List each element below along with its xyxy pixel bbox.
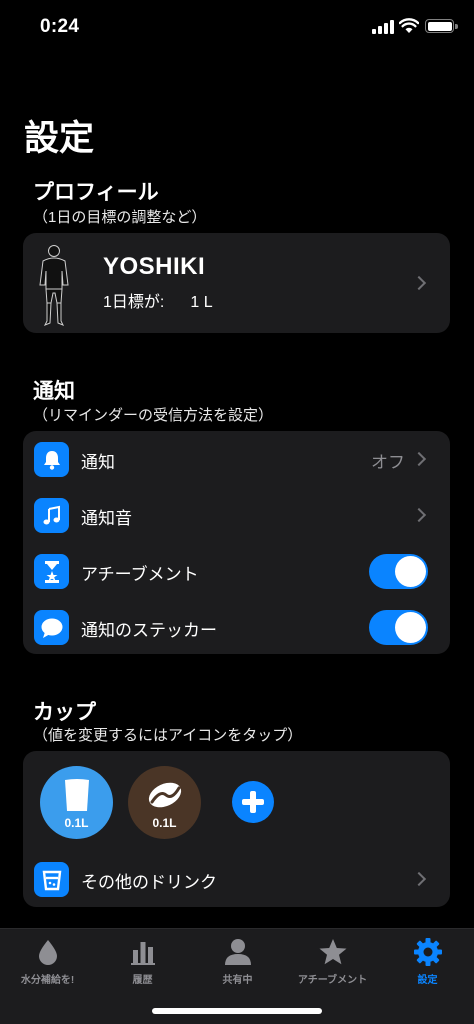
tab-hydrate[interactable]: 水分補給を!	[0, 929, 95, 999]
glass-icon	[65, 779, 89, 811]
music-note-icon	[34, 498, 69, 533]
tab-settings[interactable]: 設定	[380, 929, 474, 999]
notification-sound-label: 通知音	[81, 509, 132, 528]
notification-sticker-label: 通知のステッカー	[81, 621, 217, 640]
cup-section-title: カップ	[33, 701, 96, 724]
cup-card: 0.1L 0.1L その他のドリンク	[23, 751, 450, 907]
notification-section-subtitle: （リマインダーの受信方法を設定）	[33, 407, 274, 424]
chevron-right-icon	[411, 451, 427, 467]
bell-icon	[34, 442, 69, 477]
star-icon	[319, 939, 347, 965]
notification-sound-row[interactable]: 通知音	[23, 487, 450, 542]
chevron-right-icon	[411, 871, 427, 887]
settings-screen: 0:24 設定 プロフィール （1日の目標の調整など） YOSHIKI 1日標が…	[0, 0, 474, 1024]
notification-sticker-row: 通知のステッカー	[23, 599, 450, 654]
notification-sticker-toggle[interactable]	[369, 610, 428, 645]
profile-section-title: プロフィール	[33, 181, 159, 204]
notification-label: 通知	[81, 453, 115, 472]
status-time: 0:24	[40, 16, 80, 37]
cup-volume-label: 0.1L	[64, 816, 89, 830]
cup-volume-label: 0.1L	[152, 816, 177, 830]
bar-chart-icon	[131, 942, 155, 965]
notification-value: オフ	[371, 453, 405, 472]
cup-item[interactable]: 0.1L	[128, 766, 201, 839]
cup-icon	[34, 862, 69, 897]
speech-bubble-icon	[34, 610, 69, 645]
chevron-right-icon	[411, 507, 427, 523]
tab-label: 水分補給を!	[20, 975, 75, 986]
daily-goal-label: 1日標が:	[103, 294, 165, 311]
chevron-right-icon	[411, 275, 427, 291]
achievement-label: アチーブメント	[81, 565, 199, 584]
notification-card: 通知 オフ 通知音 アチーブメント 通知のステッカー	[23, 431, 450, 654]
other-drinks-label: その他のドリンク	[81, 873, 217, 892]
tab-history[interactable]: 履歴	[95, 929, 190, 999]
person-icon	[225, 939, 251, 965]
profile-card[interactable]: YOSHIKI 1日標が: 1 L	[23, 233, 450, 333]
daily-goal: 1日標が: 1 L	[103, 288, 213, 312]
achievement-row: アチーブメント	[23, 543, 450, 598]
tab-achievements[interactable]: アチーブメント	[285, 929, 380, 999]
daily-goal-value: 1 L	[190, 294, 213, 311]
cup-item[interactable]: 0.1L	[40, 766, 113, 839]
battery-icon	[425, 19, 458, 33]
profile-section-subtitle: （1日の目標の調整など）	[33, 209, 207, 226]
cellular-signal-icon	[372, 20, 394, 34]
cup-section-subtitle: （値を変更するにはアイコンをタップ）	[33, 727, 303, 744]
tab-label: 共有中	[222, 975, 253, 986]
notification-row[interactable]: 通知 オフ	[23, 431, 450, 486]
other-drinks-row[interactable]: その他のドリンク	[23, 851, 450, 906]
add-cup-button[interactable]	[232, 781, 274, 823]
notification-section-title: 通知	[33, 380, 75, 403]
tab-label: 設定	[417, 975, 438, 986]
status-bar: 0:24	[0, 0, 474, 56]
avatar	[39, 245, 69, 326]
coffee-bean-icon	[148, 782, 182, 808]
hourglass-star-icon	[34, 554, 69, 589]
tab-sharing[interactable]: 共有中	[190, 929, 285, 999]
profile-name: YOSHIKI	[103, 253, 206, 280]
home-indicator	[152, 1008, 322, 1014]
gear-icon	[414, 938, 442, 966]
wifi-icon	[399, 18, 419, 33]
achievement-toggle[interactable]	[369, 554, 428, 589]
water-drop-icon	[39, 940, 57, 965]
tab-label: 履歴	[132, 975, 153, 986]
tab-label: アチーブメント	[297, 975, 368, 986]
page-title: 設定	[24, 119, 95, 158]
